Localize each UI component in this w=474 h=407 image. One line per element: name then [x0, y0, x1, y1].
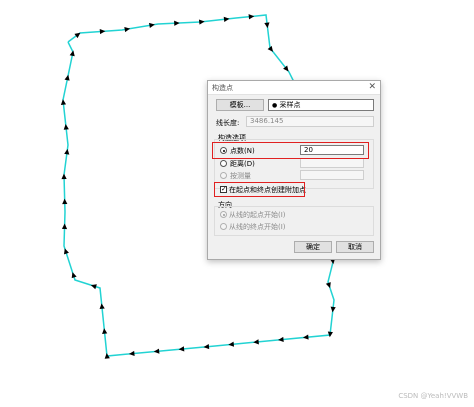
direction-arrow-icon	[203, 343, 210, 350]
feature-template-field[interactable]: ● 采样点	[268, 99, 374, 111]
direction-arrow-icon	[62, 198, 68, 205]
line-length-field: 3486.145	[246, 116, 374, 127]
direction-arrow-icon	[99, 303, 105, 310]
direction-arrow-icon	[71, 272, 77, 279]
direction-arrow-icon	[153, 348, 160, 354]
direction-end-label: 从线的终点开始(I)	[229, 223, 286, 231]
construct-points-dialog: 构造点 ✕ 模板... ● 采样点 线长度: 3486.145 构造选项 点数(…	[207, 80, 381, 260]
direction-arrow-icon	[63, 248, 69, 255]
close-icon[interactable]: ✕	[368, 81, 376, 94]
direction-arrow-icon	[223, 16, 230, 22]
direction-arrow-icon	[253, 339, 259, 345]
direction-arrow-icon	[278, 336, 284, 343]
direction-arrow-icon	[174, 20, 180, 26]
dialog-titlebar: 构造点 ✕	[208, 81, 380, 95]
direction-arrow-icon	[264, 22, 270, 29]
direction-arrow-icon	[61, 173, 67, 180]
ok-button[interactable]: 确定	[294, 241, 332, 253]
direction-arrow-icon	[178, 346, 185, 352]
count-option-highlight	[212, 142, 369, 159]
distance-radio[interactable]	[220, 160, 227, 167]
measure-radio[interactable]	[220, 172, 227, 179]
direction-arrow-icon	[228, 341, 235, 347]
direction-arrow-icon	[198, 19, 205, 25]
direction-arrow-icon	[248, 14, 255, 20]
direction-arrow-icon	[60, 99, 67, 105]
direction-arrow-icon	[102, 328, 108, 334]
direction-end-radio[interactable]	[220, 223, 227, 230]
line-length-label: 线长度:	[216, 119, 240, 127]
distance-label: 距离(D)	[230, 160, 255, 168]
dialog-title: 构造点	[212, 84, 233, 92]
distance-input[interactable]	[300, 158, 364, 168]
extra-points-highlight	[214, 182, 305, 197]
direction-arrow-icon	[63, 124, 69, 130]
cancel-button[interactable]: 取消	[336, 241, 374, 253]
direction-arrow-icon	[64, 148, 70, 155]
direction-arrow-icon	[302, 334, 309, 340]
template-button[interactable]: 模板...	[216, 99, 264, 111]
direction-start-label: 从线的起点开始(I)	[229, 211, 286, 219]
point-feature-icon: ●	[272, 102, 278, 109]
measure-input[interactable]	[300, 170, 364, 180]
direction-arrow-icon	[325, 282, 331, 289]
direction-arrow-icon	[128, 350, 135, 357]
feature-template-name: 采样点	[279, 101, 301, 109]
watermark: CSDN @Yeah!VVWB	[398, 392, 468, 400]
measure-label: 按测量	[230, 172, 251, 180]
direction-arrow-icon	[99, 28, 106, 35]
direction-arrow-icon	[330, 306, 336, 313]
direction-arrow-icon	[61, 223, 68, 230]
direction-start-radio[interactable]	[220, 211, 227, 218]
